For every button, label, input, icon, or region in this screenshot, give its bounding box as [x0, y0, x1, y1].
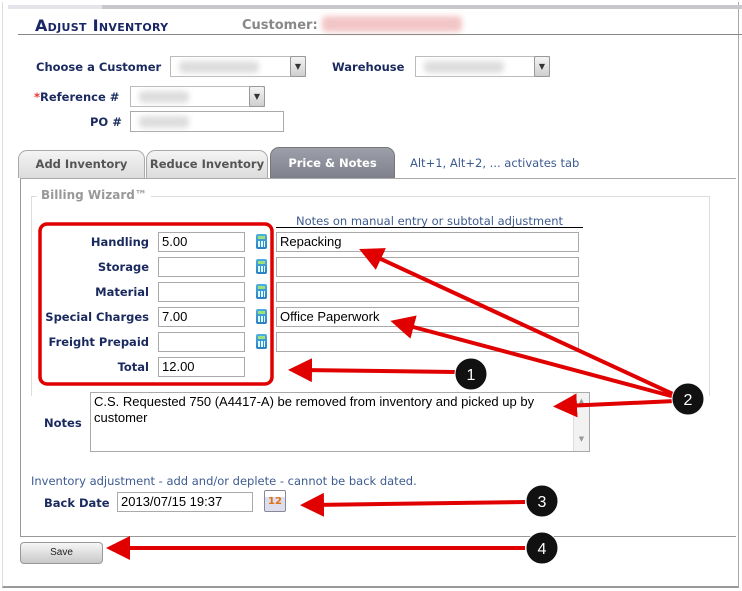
arrow-3	[300, 492, 526, 517]
annotation-layer: 1 2 3 4	[38, 222, 705, 565]
callout-number: 1	[467, 367, 476, 384]
callout-number: 2	[684, 392, 693, 409]
callout-number: 3	[538, 494, 547, 511]
highlight-box	[38, 222, 274, 386]
arrow-2c	[553, 393, 676, 418]
callout-number: 4	[538, 541, 547, 558]
arrow-1	[288, 358, 456, 383]
arrow-2a	[359, 248, 676, 397]
arrow-2b	[390, 315, 676, 399]
